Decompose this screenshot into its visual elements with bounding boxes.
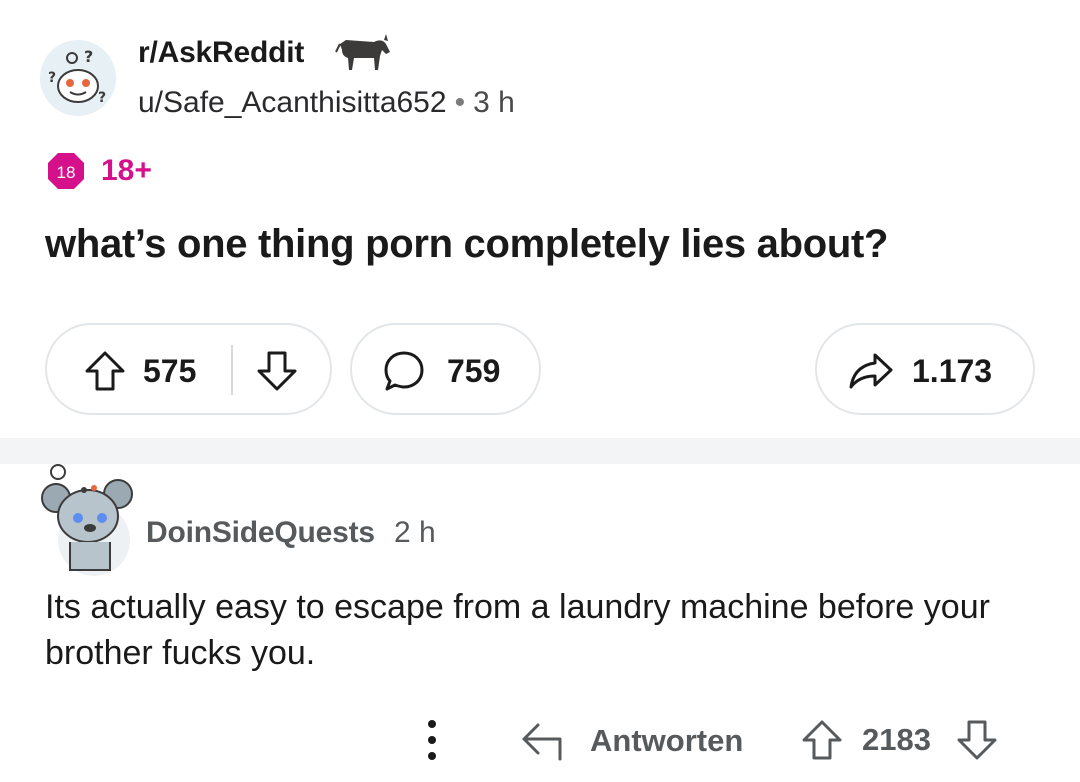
upvote-count: 575 [143,353,197,389]
share-button[interactable]: 1.173 [815,323,1035,415]
separator-dot: • [454,86,466,119]
svg-text:?: ? [48,70,56,86]
post-title: what’s one thing porn completely lies ab… [45,222,889,266]
comment-time: 2 h [394,516,436,549]
reply-arrow-icon [520,721,568,761]
askreddit-snoo-icon[interactable]: ? ? ? [40,40,116,116]
comments-button[interactable]: 759 [350,323,541,415]
arrow-down-icon[interactable] [955,718,999,762]
comment-body: Its actually easy to escape from a laund… [45,588,990,672]
comment-bubble-icon [382,349,426,393]
comment-author[interactable]: DoinSideQuests [146,516,375,550]
comment-count: 759 [447,353,501,389]
post-header: ? ? ? r/AskReddit u/Safe_Acanthisitta652… [40,30,1040,130]
share-count: 1.173 [912,353,993,389]
nsfw-badge-icon: 18 [47,152,85,190]
nsfw-badge-text: 18 [57,163,76,182]
vote-pill: 575 [45,323,332,415]
post-time: 3 h [473,86,515,119]
share-arrow-icon [847,349,895,393]
author-name[interactable]: u/Safe_Acanthisitta652 [138,86,447,119]
koala-avatar-icon[interactable] [40,462,134,576]
author-line: u/Safe_Acanthisitta652 • 3 h [138,86,515,120]
nsfw-label: 18+ [101,154,152,187]
section-divider [0,438,1080,464]
comment-score: 2183 [862,722,931,757]
reply-button[interactable]: Antworten [520,716,743,766]
arrow-up-icon[interactable] [800,718,844,762]
reply-label: Antworten [590,723,744,758]
subreddit-name[interactable]: r/AskReddit [138,36,304,70]
arrow-up-icon[interactable] [83,349,127,393]
arrow-down-icon[interactable] [255,349,299,393]
svg-text:?: ? [84,47,93,66]
vote-separator [231,345,233,395]
nsfw-tag: 18 18+ [47,152,152,190]
more-vertical-icon[interactable] [420,716,444,766]
donkey-icon [334,30,394,74]
svg-text:?: ? [98,90,106,106]
